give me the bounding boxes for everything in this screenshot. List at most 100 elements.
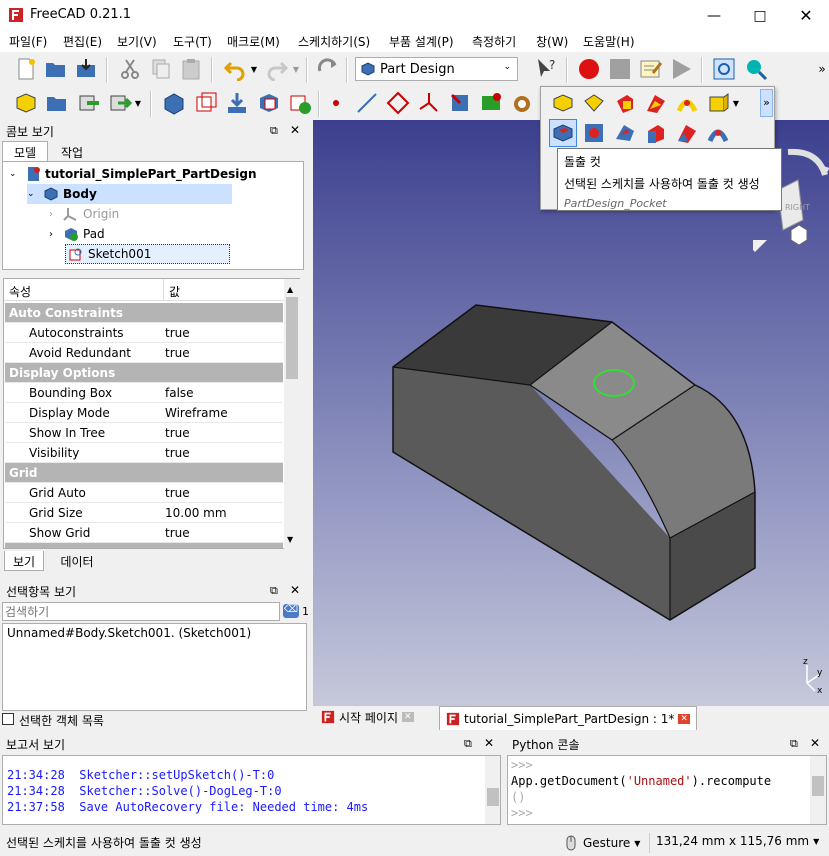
- open-document-button[interactable]: [42, 55, 70, 83]
- datum-line-button[interactable]: [353, 89, 381, 117]
- paste-button[interactable]: [177, 55, 205, 83]
- prop-row[interactable]: Show In Tree true: [5, 423, 283, 443]
- redo-button[interactable]: [263, 55, 291, 83]
- tree-item-pad[interactable]: › Pad: [49, 224, 105, 244]
- menu-part-design[interactable]: 부품 설계(P): [389, 33, 454, 50]
- prop-row[interactable]: Autoconstraints true: [5, 323, 283, 343]
- shape-binder-button[interactable]: [446, 89, 474, 117]
- menu-macro[interactable]: 매크로(M): [227, 33, 280, 50]
- close-panel-icon[interactable]: ✕: [484, 736, 494, 750]
- check-geometry-button[interactable]: [286, 89, 314, 117]
- workbench-selector[interactable]: Part Design ⌄: [355, 57, 518, 81]
- scrollbar-thumb[interactable]: [487, 788, 499, 806]
- popup-overflow-button[interactable]: »: [760, 89, 773, 117]
- menu-help[interactable]: 도움말(H): [583, 33, 635, 50]
- prop-group-display-options[interactable]: Display Options: [5, 363, 283, 383]
- undo-button[interactable]: [221, 55, 249, 83]
- tab-data[interactable]: 데이터: [52, 553, 102, 571]
- subshape-binder-button[interactable]: [477, 89, 505, 117]
- tab-model[interactable]: 모델: [2, 141, 48, 162]
- datum-plane-button[interactable]: [384, 89, 412, 117]
- menu-tools[interactable]: 도구(T): [173, 33, 212, 50]
- map-sketch-button[interactable]: [255, 89, 283, 117]
- float-panel-icon[interactable]: ⧉: [790, 737, 798, 751]
- menu-edit[interactable]: 편집(E): [63, 33, 102, 50]
- python-console[interactable]: >>> App.getDocument('Unnamed').recompute…: [507, 755, 827, 825]
- view-fit-all-button[interactable]: [710, 55, 738, 83]
- prop-row[interactable]: Show Grid true: [5, 523, 283, 543]
- redo-dropdown[interactable]: ▼: [290, 55, 302, 83]
- tree-item-document[interactable]: ⌄ tutorial_SimplePart_PartDesign: [9, 164, 257, 184]
- report-scrollbar[interactable]: [485, 756, 500, 824]
- view-fit-selection-button[interactable]: [742, 55, 770, 83]
- undo-dropdown[interactable]: ▼: [248, 55, 260, 83]
- menu-file[interactable]: 파일(F): [9, 33, 47, 50]
- hole-tool-button[interactable]: [580, 119, 608, 147]
- subtractive-pipe-button[interactable]: [673, 119, 701, 147]
- export-button[interactable]: [106, 89, 134, 117]
- additive-primitive-button[interactable]: [704, 89, 732, 117]
- prop-row[interactable]: Display Mode Wireframe: [5, 403, 283, 423]
- menu-sketch[interactable]: 스케치하기(S): [298, 33, 370, 50]
- prop-row[interactable]: Grid Auto true: [5, 483, 283, 503]
- tree-item-body[interactable]: ⌄ Body: [27, 184, 232, 204]
- import-button[interactable]: [75, 89, 103, 117]
- create-body-button[interactable]: [12, 89, 40, 117]
- close-panel-icon[interactable]: ✕: [290, 123, 300, 137]
- float-panel-icon[interactable]: ⧉: [270, 584, 278, 598]
- local-cs-button[interactable]: [415, 89, 443, 117]
- menu-window[interactable]: 창(W): [536, 33, 568, 50]
- selection-list-checkbox[interactable]: [2, 713, 14, 725]
- close-button[interactable]: ✕: [783, 0, 829, 31]
- macro-record-button[interactable]: [575, 55, 603, 83]
- menu-view[interactable]: 보기(V): [117, 33, 157, 50]
- console-scrollbar[interactable]: [810, 756, 826, 824]
- validate-sketch-button[interactable]: [223, 89, 251, 117]
- tab-document[interactable]: tutorial_SimplePart_PartDesign : 1* ✕: [439, 706, 697, 730]
- prop-group-auto-constraints[interactable]: Auto Constraints: [5, 303, 283, 323]
- prop-row[interactable]: Grid Size 10.00 mm: [5, 503, 283, 523]
- cut-button[interactable]: [116, 55, 144, 83]
- close-panel-icon[interactable]: ✕: [290, 583, 300, 597]
- tree-item-origin[interactable]: › Origin: [49, 204, 119, 224]
- refresh-button[interactable]: [314, 55, 342, 83]
- tab-view[interactable]: 보기: [4, 551, 44, 571]
- close-tab-icon[interactable]: ✕: [678, 713, 690, 724]
- float-panel-icon[interactable]: ⧉: [270, 124, 278, 138]
- close-tab-icon[interactable]: ✕: [402, 712, 414, 722]
- copy-button[interactable]: [147, 55, 175, 83]
- save-document-button[interactable]: [72, 55, 100, 83]
- groove-tool-button[interactable]: [611, 119, 639, 147]
- float-panel-icon[interactable]: ⧉: [464, 737, 472, 751]
- additive-primitive-dropdown[interactable]: ▼: [730, 89, 742, 117]
- revolution-tool-button[interactable]: [580, 89, 608, 117]
- prop-row[interactable]: Avoid Redundant true: [5, 343, 283, 363]
- macro-stop-button[interactable]: [606, 55, 634, 83]
- clone-button[interactable]: [508, 89, 536, 117]
- selection-search-input[interactable]: [2, 602, 280, 621]
- export-dropdown[interactable]: ▼: [132, 89, 144, 117]
- clear-search-icon[interactable]: ⌫: [283, 604, 299, 618]
- scrollbar-thumb[interactable]: [812, 776, 824, 796]
- create-sketch-button[interactable]: [192, 89, 220, 117]
- tree-item-sketch[interactable]: Sketch001: [65, 244, 230, 264]
- macro-edit-button[interactable]: [637, 55, 665, 83]
- additive-loft-button[interactable]: [611, 89, 639, 117]
- additive-helix-button[interactable]: [673, 89, 701, 117]
- scrollbar-thumb[interactable]: [286, 297, 298, 379]
- minimize-button[interactable]: —: [691, 0, 737, 31]
- subtractive-helix-button[interactable]: [704, 119, 732, 147]
- prop-row[interactable]: Bounding Box false: [5, 383, 283, 403]
- selection-item[interactable]: Unnamed#Body.Sketch001. (Sketch001): [3, 624, 306, 642]
- additive-pipe-button[interactable]: [642, 89, 670, 117]
- report-log[interactable]: 21:34:28 Sketcher::setUpSketch()-T:0 21:…: [2, 755, 501, 825]
- prop-row[interactable]: Visibility true: [5, 443, 283, 463]
- datum-point-button[interactable]: [322, 89, 350, 117]
- property-scrollbar[interactable]: ▲ ▼: [284, 279, 300, 549]
- pad-tool-button[interactable]: [549, 89, 577, 117]
- menu-measure[interactable]: 측정하기: [472, 33, 516, 50]
- dimension-readout[interactable]: 131,24 mm x 115,76 mm ▼: [656, 834, 819, 848]
- create-part-button[interactable]: [43, 89, 71, 117]
- prop-group-grid[interactable]: Grid: [5, 463, 283, 483]
- pocket-tool-button[interactable]: [549, 119, 577, 147]
